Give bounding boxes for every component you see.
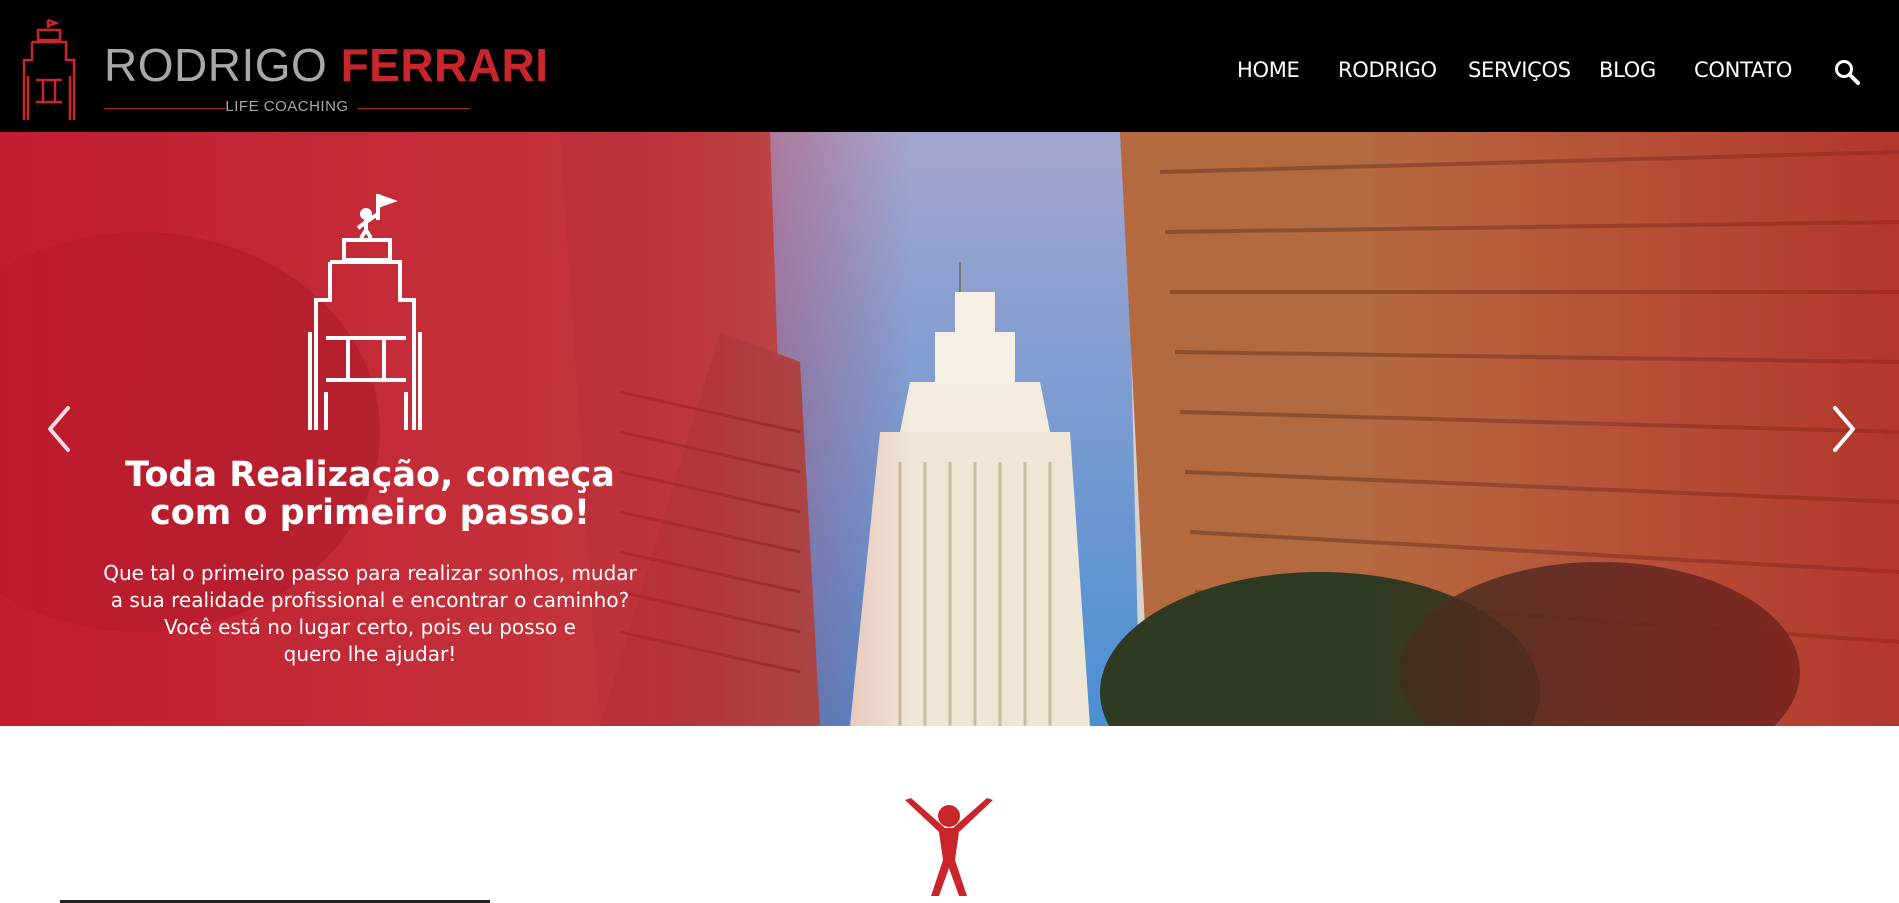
- site-header: RODRIGO FERRARI LIFE COACHING HOME RODRI…: [0, 0, 1899, 132]
- main-nav: HOME RODRIGO SERVIÇOS BLOG CONTATO: [0, 58, 1899, 88]
- climber-building-icon: [308, 194, 422, 430]
- nav-home[interactable]: HOME: [1237, 58, 1300, 82]
- hero-text-line2: a sua realidade profissional e encontrar…: [110, 588, 630, 612]
- hero-text-line1: Que tal o primeiro passo para realizar s…: [103, 561, 637, 585]
- hero-title-line2: com o primeiro passo!: [149, 493, 591, 533]
- logo-tagline: LIFE COACHING: [225, 98, 349, 115]
- search-icon[interactable]: [1833, 58, 1861, 86]
- nav-servicos[interactable]: SERVIÇOS: [1468, 58, 1571, 82]
- nav-blog[interactable]: BLOG: [1599, 58, 1656, 82]
- content-section: [0, 726, 1899, 903]
- chevron-left-icon[interactable]: [40, 404, 80, 454]
- chevron-right-icon[interactable]: [1823, 404, 1863, 454]
- nav-rodrigo[interactable]: RODRIGO: [1338, 58, 1437, 82]
- hero-text-line4: quero lhe ajudar!: [283, 642, 457, 666]
- jumping-person-icon: [905, 798, 993, 896]
- hero-description: Que tal o primeiro passo para realizar s…: [100, 560, 640, 668]
- nav-contato[interactable]: CONTATO: [1694, 58, 1792, 82]
- hero-text-line3: Você está no lugar certo, pois eu posso …: [164, 615, 576, 639]
- hero-slider: Toda Realização, começa com o primeiro p…: [0, 132, 1899, 726]
- hero-title: Toda Realização, começa com o primeiro p…: [90, 456, 650, 532]
- hero-title-line1: Toda Realização, começa: [125, 455, 615, 495]
